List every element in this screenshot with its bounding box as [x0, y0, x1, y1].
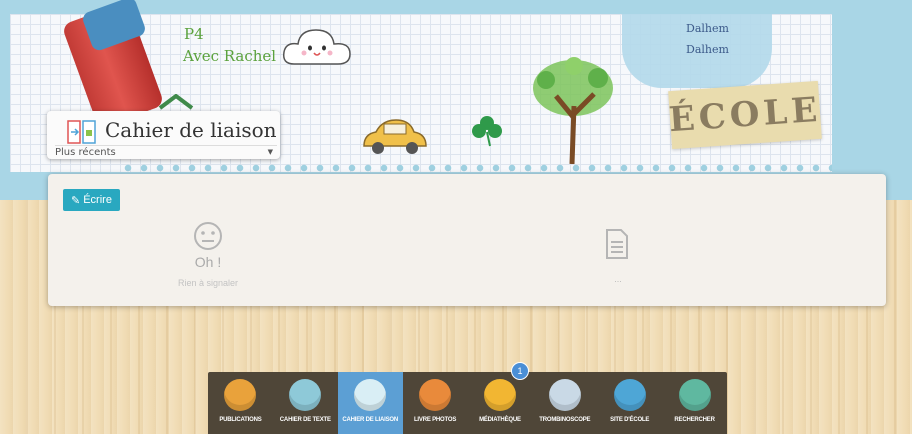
liaison-notebook-icon	[354, 379, 387, 411]
ecole-sign: ÉCOLE	[668, 80, 822, 150]
nav-item-label: LIVRE PHOTOS	[413, 417, 457, 423]
write-button[interactable]: ✎ Écrire	[63, 189, 120, 211]
nav-item-label: CAHIER DE TEXTE	[279, 417, 331, 423]
speech-line-2: Dalhem	[686, 43, 729, 56]
nav-item-label: RECHERCHER	[674, 417, 715, 423]
nav-item-site-d-école[interactable]: SITE D'ÉCOLE	[597, 372, 662, 434]
neutral-face-icon	[194, 222, 222, 250]
media-library-icon	[483, 379, 516, 411]
nav-item-label: SITE D'ÉCOLE	[610, 417, 650, 423]
car-icon	[363, 119, 427, 154]
nav-item-médiathèque[interactable]: MÉDIATHÈQUE	[468, 372, 533, 434]
sort-filter-select[interactable]: Plus récents ▼	[55, 145, 277, 160]
tree-icon	[533, 57, 613, 164]
document-icon	[606, 229, 628, 259]
nav-item-cahier-de-liaison[interactable]: CAHIER DE LIAISON	[337, 372, 403, 434]
speech-line-1: Dalhem	[686, 22, 729, 35]
sort-filter-value: Plus récents	[55, 147, 116, 158]
nav-item-livre-photos[interactable]: LIVRE PHOTOS	[403, 372, 468, 434]
nav-item-rechercher[interactable]: RECHERCHER	[662, 372, 727, 434]
cloud-icon	[282, 29, 351, 65]
pencil-icon: ✎	[71, 194, 81, 207]
photo-book-icon	[419, 379, 452, 411]
nav-item-cahier-de-texte[interactable]: CAHIER DE TEXTE	[273, 372, 338, 434]
search-icon	[678, 379, 711, 411]
class-name: P4	[184, 25, 204, 43]
liaison-notebook-icon	[67, 120, 96, 144]
empty-state-subtitle: Rien à signaler	[177, 278, 239, 288]
yearbook-icon	[548, 379, 581, 411]
nav-item-label: CAHIER DE LIAISON	[342, 417, 398, 423]
nav-item-publications[interactable]: PUBLICATIONS	[208, 372, 273, 434]
teacher-name: Avec Rachel	[183, 47, 277, 65]
nav-item-label: PUBLICATIONS	[219, 417, 262, 423]
write-button-label: Écrire	[83, 194, 112, 206]
school-site-icon	[613, 379, 646, 411]
empty-state-title: Oh !	[194, 254, 222, 270]
nav-item-label: TROMBINOSCOPE	[539, 417, 591, 423]
notification-badge: 1	[512, 363, 528, 379]
document-placeholder: ...	[614, 274, 622, 284]
title-widget: Cahier de liaison Plus récents ▼	[47, 111, 280, 159]
textbook-icon	[289, 379, 322, 411]
dropdown-arrow-icon: ▼	[267, 148, 273, 156]
publications-icon	[224, 379, 257, 411]
bottom-navigation: PUBLICATIONS CAHIER DE TEXTE CAHIER DE LIA…	[208, 372, 727, 434]
nav-item-label: MÉDIATHÈQUE	[479, 417, 521, 423]
page-title: Cahier de liaison	[105, 118, 277, 142]
liaison-panel: ✎ Écrire Oh ! Rien à signaler ...	[48, 174, 886, 306]
nav-item-trombinoscope[interactable]: TROMBINOSCOPE	[532, 372, 597, 434]
notebook-dotted-edge	[120, 163, 832, 173]
clover-icon	[472, 116, 502, 147]
